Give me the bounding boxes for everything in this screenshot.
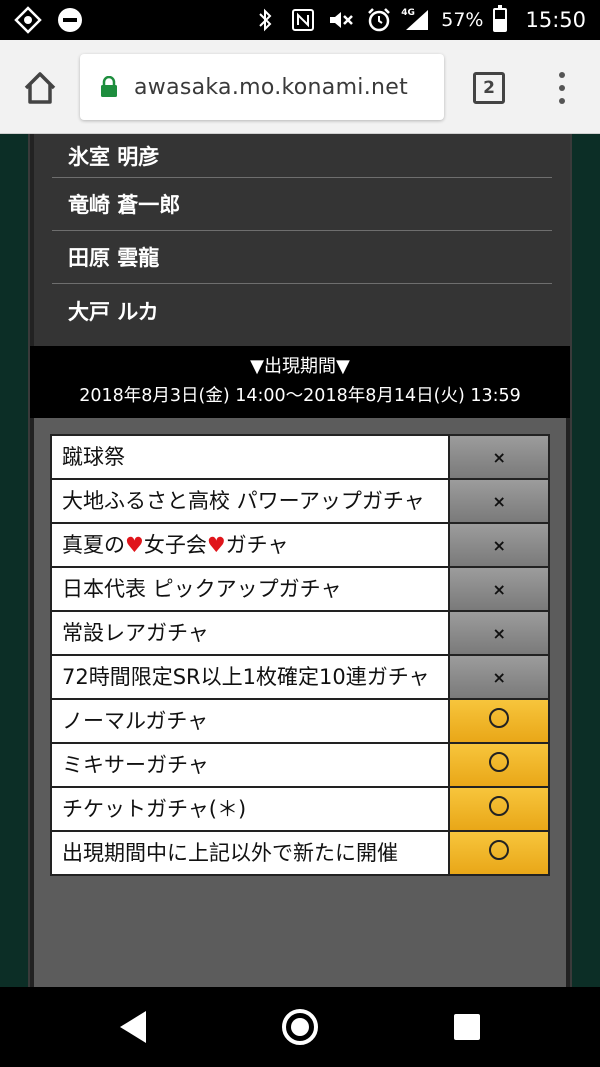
battery-icon: [493, 5, 508, 32]
home-nav-icon[interactable]: [282, 1009, 318, 1045]
alarm-icon: [365, 6, 393, 34]
character-name: 大戸 ルカ: [68, 299, 159, 324]
circle-mark-icon: [489, 796, 510, 816]
gacha-name: ノーマルガチャ: [49, 698, 451, 744]
availability-mark: ×: [448, 434, 550, 480]
menu-dot-icon: [559, 85, 565, 91]
circle-mark-icon: [489, 708, 510, 728]
table-row: 真夏の♥女子会♥ガチャ ×: [49, 522, 550, 568]
table-row: 72時間限定SR以上1枚確定10連ガチャ ×: [49, 654, 550, 700]
circle-mark-icon: [489, 752, 510, 772]
availability-mark: ×: [448, 654, 550, 700]
table-row: 大地ふるさと高校 パワーアップガチャ ×: [49, 478, 550, 524]
availability-mark: ×: [448, 478, 550, 524]
bluetooth-icon: [251, 6, 279, 34]
gacha-name: 日本代表 ピックアップガチャ: [49, 566, 451, 612]
table-row: ノーマルガチャ: [49, 698, 550, 744]
tab-switcher-button[interactable]: 2: [473, 72, 505, 104]
gacha-name: 蹴球祭: [49, 434, 451, 480]
signal-icon: 4G: [401, 6, 431, 34]
availability-mark: [448, 830, 550, 876]
gacha-name: 大地ふるさと高校 パワーアップガチャ: [49, 478, 451, 524]
clock: 15:50: [525, 8, 586, 32]
gacha-name: 出現期間中に上記以外で新たに開催: [49, 830, 451, 876]
menu-dot-icon: [559, 72, 565, 78]
availability-mark: ×: [448, 522, 550, 568]
recent-apps-icon[interactable]: [454, 1014, 480, 1040]
circle-mark-icon: [489, 840, 510, 860]
availability-mark: ×: [448, 610, 550, 656]
table-row: ミキサーガチャ: [49, 742, 550, 788]
table-row: 日本代表 ピックアップガチャ ×: [49, 566, 550, 612]
appearance-period: ▼出現期間▼ 2018年8月3日(金) 14:00～2018年8月14日(火) …: [30, 346, 570, 418]
table-row: チケットガチャ(＊): [49, 786, 550, 832]
gacha-table: 蹴球祭 × 大地ふるさと高校 パワーアップガチャ × 真夏の♥女子会♥ガチャ ×…: [49, 434, 550, 876]
gacha-name: 72時間限定SR以上1枚確定10連ガチャ: [49, 654, 451, 700]
app-icon: [14, 6, 42, 34]
availability-mark: ×: [448, 566, 550, 612]
url-text: awasaka.mo.konami.net: [134, 74, 409, 100]
mute-icon: [327, 6, 355, 34]
back-icon[interactable]: [120, 1011, 146, 1043]
availability-mark: [448, 698, 550, 744]
availability-mark: [448, 786, 550, 832]
url-bar[interactable]: awasaka.mo.konami.net: [80, 54, 444, 120]
period-title: ▼出現期間▼: [250, 356, 350, 377]
gacha-table-container: 蹴球祭 × 大地ふるさと高校 パワーアップガチャ × 真夏の♥女子会♥ガチャ ×…: [34, 418, 566, 987]
home-icon: [24, 72, 56, 104]
table-row: 出現期間中に上記以外で新たに開催: [49, 830, 550, 876]
heart-icon: ♥: [125, 533, 144, 557]
navigation-bar: [0, 987, 600, 1067]
web-viewport[interactable]: 氷室 明彦 竜崎 蒼一郎 田原 雲龍 大戸 ルカ ▼出現期間▼ 2018年8月3…: [0, 134, 600, 987]
menu-dot-icon: [559, 98, 565, 104]
gacha-name: ミキサーガチャ: [49, 742, 451, 788]
overflow-menu-button[interactable]: [550, 68, 574, 108]
character-list: 氷室 明彦 竜崎 蒼一郎 田原 雲龍 大戸 ルカ: [34, 134, 570, 346]
page-content: 氷室 明彦 竜崎 蒼一郎 田原 雲龍 大戸 ルカ ▼出現期間▼ 2018年8月3…: [28, 134, 572, 987]
table-row: 蹴球祭 ×: [49, 434, 550, 480]
character-name: 氷室 明彦: [52, 134, 552, 178]
home-button[interactable]: [18, 66, 62, 110]
character-name: 竜崎 蒼一郎: [52, 178, 552, 231]
period-range: 2018年8月3日(金) 14:00～2018年8月14日(火) 13:59: [79, 386, 521, 406]
character-name: 田原 雲龍: [52, 231, 552, 284]
status-bar: 4G 57% 15:50: [0, 0, 600, 40]
table-row: 常設レアガチャ ×: [49, 610, 550, 656]
availability-mark: [448, 742, 550, 788]
gacha-name: 常設レアガチャ: [49, 610, 451, 656]
gacha-name: チケットガチャ(＊): [49, 786, 451, 832]
battery-percent: 57%: [441, 9, 484, 31]
heart-icon: ♥: [206, 533, 226, 557]
nfc-icon: [289, 6, 317, 34]
dnd-icon: [56, 6, 84, 34]
lock-icon: [101, 76, 117, 97]
gacha-name: 真夏の♥女子会♥ガチャ: [49, 522, 451, 568]
browser-toolbar: awasaka.mo.konami.net 2: [0, 40, 600, 134]
